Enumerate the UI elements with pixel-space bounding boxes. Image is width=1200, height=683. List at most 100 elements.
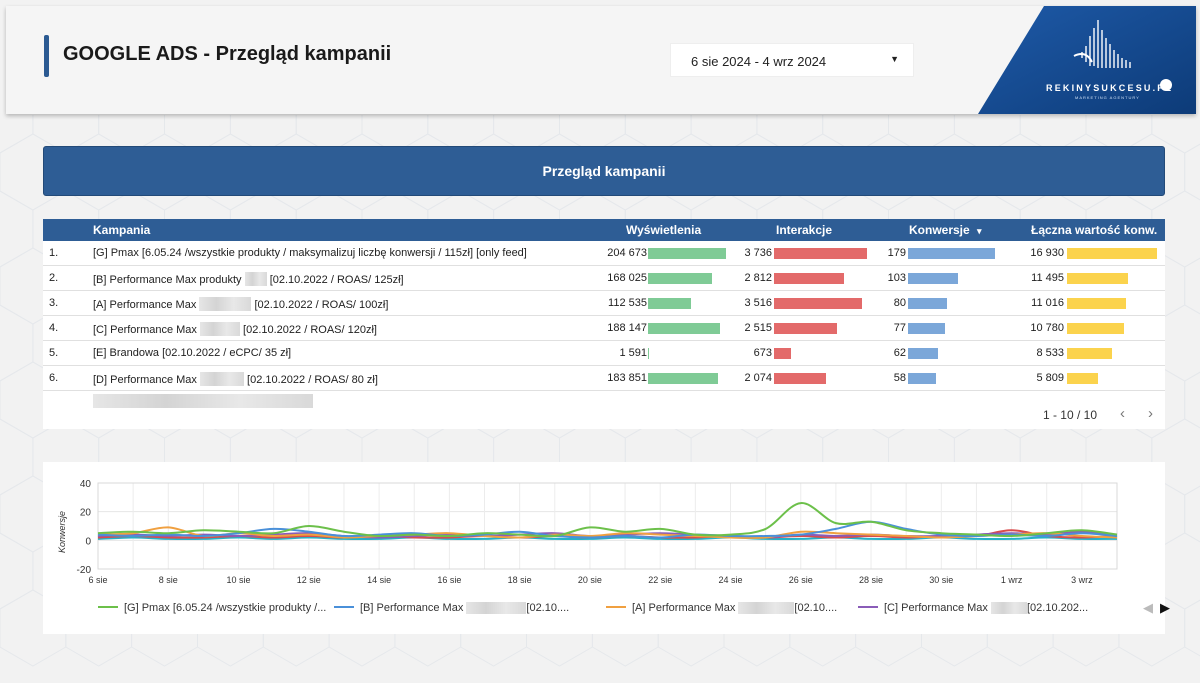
table-row[interactable]: 1. [G] Pmax [6.05.24 /wszystkie produkty … xyxy=(43,241,1165,266)
campaign-name-suffix: [02.10.2022 / ROAS/ 125zł] xyxy=(269,274,404,286)
campaign-name: [E] Brandowa [02.10.2022 / eCPC/ 35 zł] xyxy=(93,347,292,359)
report-header: GOOGLE ADS - Przegląd kampanii 6 sie 202… xyxy=(6,6,1196,114)
conversions-bar xyxy=(908,323,946,334)
campaign-cell: [D] Performance Max [02.10.2022 / ROAS/ … xyxy=(93,372,378,386)
conversion-value-value: 11 495 xyxy=(1031,272,1064,284)
legend-label: [G] Pmax [6.05.24 /wszystkie produkty /.… xyxy=(124,602,327,614)
interactions-bar xyxy=(774,373,826,384)
legend-item[interactable]: [G] Pmax [6.05.24 /wszystkie produkty /.… xyxy=(98,602,326,614)
x-tick-label: 6 sie xyxy=(88,575,107,585)
interactions-value: 2 515 xyxy=(744,322,772,334)
x-tick-label: 18 sie xyxy=(508,575,532,585)
column-header-conversion-value[interactable]: Łączna wartość konw. xyxy=(1031,223,1157,237)
conversions-bar xyxy=(908,298,947,309)
campaign-cell: [C] Performance Max [02.10.2022 / ROAS/ … xyxy=(93,322,377,336)
legend-label-suffix: [02.10.202... xyxy=(1026,602,1089,614)
interactions-bar xyxy=(774,248,867,259)
x-tick-label: 22 sie xyxy=(648,575,672,585)
interactions-bar xyxy=(774,273,844,284)
blurred-text xyxy=(990,602,1027,614)
legend-swatch xyxy=(606,606,626,608)
page-title: GOOGLE ADS - Przegląd kampanii xyxy=(63,43,392,65)
blurred-text xyxy=(244,272,267,286)
conversions-value: 77 xyxy=(893,322,906,334)
logo-subtext: MARKETING AGENTURY xyxy=(1075,95,1140,100)
impressions-bar xyxy=(648,273,712,284)
campaign-cell: [B] Performance Max produkty [02.10.2022… xyxy=(93,272,404,286)
campaign-cell: [E] Brandowa [02.10.2022 / eCPC/ 35 zł] xyxy=(93,347,291,359)
impressions-value: 168 025 xyxy=(607,272,647,284)
legend-item[interactable]: [C] Performance Max [02.10.202... xyxy=(858,602,1088,614)
conversion-value-bar xyxy=(1067,348,1113,359)
conversions-value: 179 xyxy=(887,247,906,259)
plot-area xyxy=(97,482,1118,570)
previous-page-icon[interactable]: ‹ xyxy=(1120,405,1125,422)
column-header-conversions[interactable]: Konwersje ▾ xyxy=(909,223,982,237)
y-tick-label: 20 xyxy=(80,508,92,519)
campaign-name-suffix: [02.10.2022 / ROAS/ 100zł] xyxy=(254,299,389,311)
conversion-value-bar xyxy=(1067,273,1129,284)
chart-canvas: -20020406 sie 8 sie 10 sie 12 sie 14 sie 16 s… xyxy=(57,479,1118,585)
chart-legend: ◀ ▶ [G] Pmax [6.05.24 /wszystkie produkt… xyxy=(98,600,1170,622)
blurred-text xyxy=(199,322,240,336)
column-header-interactions[interactable]: Interakcje xyxy=(776,223,832,237)
y-axis-label: Konwersje xyxy=(57,511,67,553)
conversions-bar xyxy=(908,248,995,259)
campaign-name-suffix: [02.10.2022 / ROAS/ 80 zł] xyxy=(247,374,378,386)
blurred-text xyxy=(738,602,795,614)
date-range-value: 6 sie 2024 - 4 wrz 2024 xyxy=(691,54,827,69)
column-header-impressions[interactable]: Wyświetlenia xyxy=(626,223,701,237)
chevron-down-icon: ▼ xyxy=(890,54,899,64)
next-page-icon[interactable]: › xyxy=(1148,405,1153,422)
legend-label: [B] Performance Max xyxy=(360,602,464,614)
x-tick-label: 3 wrz xyxy=(1071,575,1093,585)
hex-cell xyxy=(0,304,34,382)
conversion-value-value: 10 780 xyxy=(1030,322,1064,334)
section-title: Przegląd kampanii xyxy=(542,163,666,179)
legend-item[interactable]: [B] Performance Max [02.10.... xyxy=(334,602,569,614)
y-tick-label: 40 xyxy=(80,479,92,490)
y-tick-label: 0 xyxy=(85,536,91,547)
conversions-bar xyxy=(908,348,939,359)
legend-label-suffix: [02.10.... xyxy=(526,602,570,614)
table-row[interactable]: 3. [A] Performance Max [02.10.2022 / ROAS… xyxy=(43,291,1165,316)
impressions-value: 188 147 xyxy=(607,322,647,334)
table-row[interactable]: 2. [B] Performance Max produkty [02.10.20… xyxy=(43,266,1165,291)
x-tick-label: 20 sie xyxy=(578,575,602,585)
conversions-value: 62 xyxy=(893,347,906,359)
campaign-name: [C] Performance Max xyxy=(93,324,197,336)
title-accent-bar xyxy=(44,35,49,77)
x-tick-label: 14 sie xyxy=(367,575,391,585)
blurred-text xyxy=(466,602,527,614)
campaign-name: [B] Performance Max produkty xyxy=(93,274,242,286)
hex-cell xyxy=(0,115,34,154)
table-row[interactable]: 5. [E] Brandowa [02.10.2022 / eCPC/ 35 zł… xyxy=(43,341,1165,366)
campaign-name-suffix: [02.10.2022 / ROAS/ 120zł] xyxy=(243,324,377,336)
legend-item[interactable]: [A] Performance Max [02.10.... xyxy=(606,602,837,614)
impressions-value: 204 673 xyxy=(607,247,647,259)
blurred-text xyxy=(199,372,244,386)
conversions-bar xyxy=(908,373,937,384)
conversion-value-value: 5 809 xyxy=(1036,372,1064,384)
column-header-campaign[interactable]: Kampania xyxy=(93,223,150,237)
x-tick-label: 10 sie xyxy=(227,575,251,585)
hex-cell xyxy=(0,190,34,268)
date-range-picker[interactable]: 6 sie 2024 - 4 wrz 2024 ▼ xyxy=(670,43,914,77)
impressions-bar xyxy=(648,373,719,384)
conversion-value-bar xyxy=(1067,298,1126,309)
impressions-value: 183 851 xyxy=(607,372,647,384)
legend-next-icon[interactable]: ▶ xyxy=(1160,600,1170,616)
x-tick-label: 1 wrz xyxy=(1001,575,1023,585)
campaign-name: [G] Pmax [6.05.24 /wszystkie produkty / … xyxy=(93,247,527,259)
legend-swatch xyxy=(334,606,354,608)
row-index: 1. xyxy=(49,247,59,259)
table-row[interactable]: 4. [C] Performance Max [02.10.2022 / ROAS… xyxy=(43,316,1165,341)
interactions-value: 673 xyxy=(753,347,772,359)
conversion-value-bar xyxy=(1067,323,1125,334)
conversion-value-value: 11 016 xyxy=(1031,297,1064,309)
interactions-bar xyxy=(774,323,837,334)
table-row[interactable]: 6. [D] Performance Max [02.10.2022 / ROAS… xyxy=(43,366,1165,391)
interactions-value: 3 516 xyxy=(744,297,772,309)
conversion-value-value: 8 533 xyxy=(1036,347,1064,359)
legend-prev-icon[interactable]: ◀ xyxy=(1143,600,1153,616)
